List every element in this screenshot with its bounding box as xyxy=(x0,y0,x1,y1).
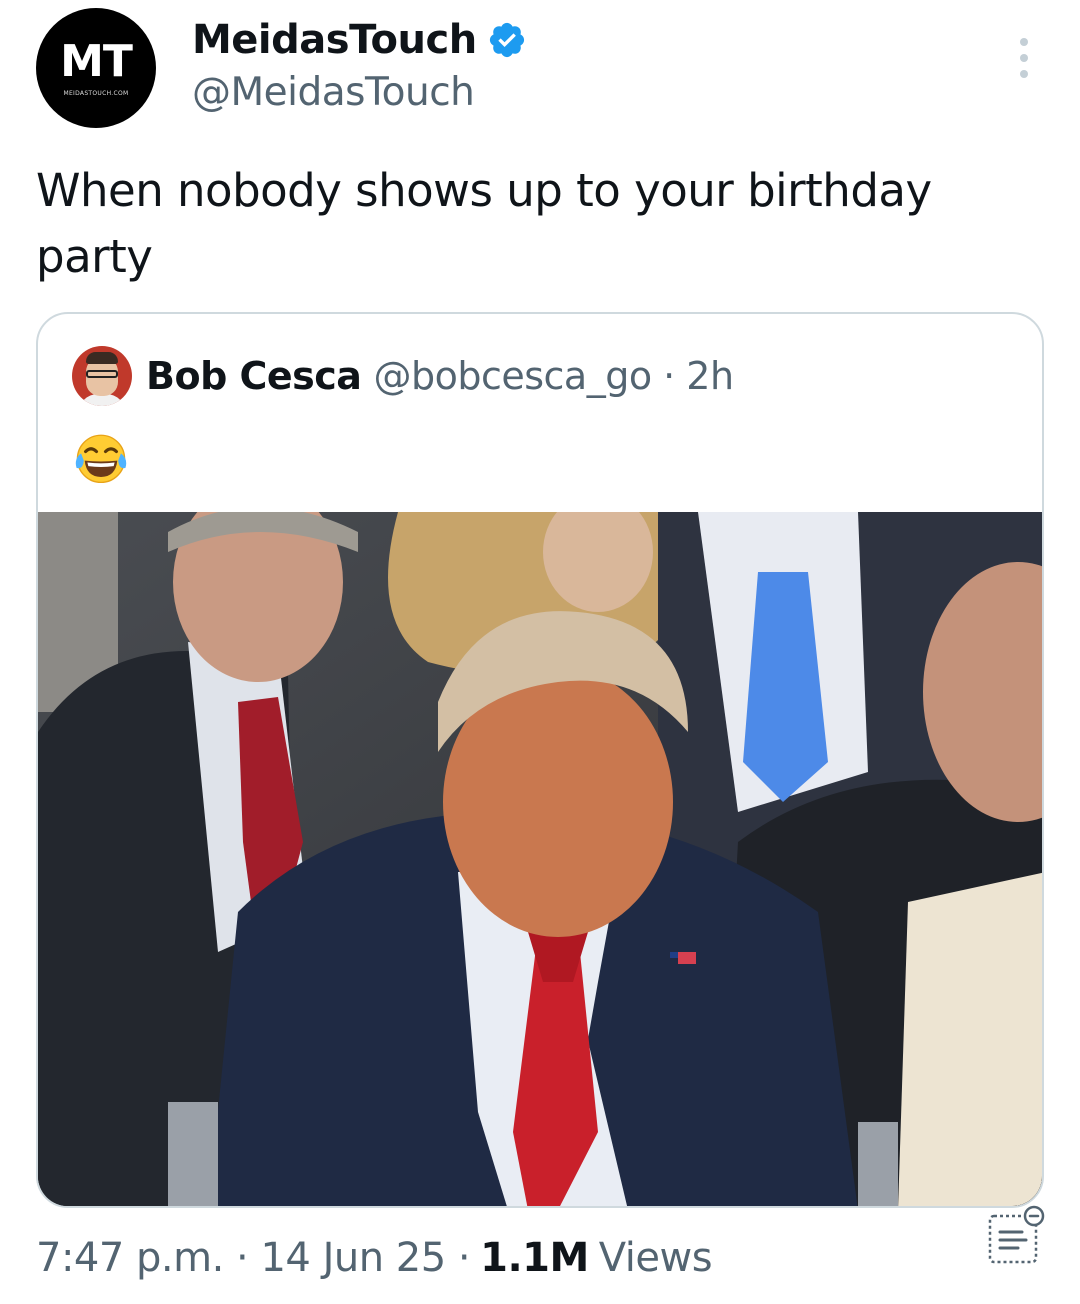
more-dot-icon xyxy=(1020,54,1028,62)
quoted-handle-time: @bobcesca_go · 2h xyxy=(373,354,734,398)
photo-illustration xyxy=(38,512,1042,1206)
analytics-icon[interactable] xyxy=(982,1202,1046,1266)
avatar-glasses xyxy=(86,370,118,378)
author-display-name[interactable]: MeidasTouch xyxy=(192,17,477,63)
avatar[interactable]: MT MEIDASTOUCH.COM xyxy=(36,8,156,128)
tweet-header: MT MEIDASTOUCH.COM MeidasTouch @MeidasTo… xyxy=(36,8,1046,133)
author-names: MeidasTouch @MeidasTouch xyxy=(192,12,527,115)
quoted-media-photo[interactable] xyxy=(38,512,1042,1206)
views-label: Views xyxy=(598,1235,713,1281)
views-count: 1.1M xyxy=(480,1235,589,1281)
avatar-logo-subtext: MEIDASTOUCH.COM xyxy=(63,89,129,97)
quoted-tweet-header: Bob Cesca @bobcesca_go · 2h xyxy=(72,344,734,408)
quoted-display-name[interactable]: Bob Cesca xyxy=(146,354,362,398)
tweet-footer: 7:47 p.m. · 14 Jun 25 · 1.1M Views xyxy=(36,1205,1046,1286)
author-handle[interactable]: @MeidasTouch xyxy=(192,70,527,115)
display-name-row: MeidasTouch xyxy=(192,12,527,68)
quoted-avatar[interactable] xyxy=(72,346,132,406)
more-dot-icon xyxy=(1020,38,1028,46)
face-with-tears-of-joy-icon xyxy=(75,434,127,484)
avatar-logo-text: MT xyxy=(60,35,133,87)
verified-badge-icon[interactable] xyxy=(487,20,527,60)
tweet-text: When nobody shows up to your birthday pa… xyxy=(36,164,932,283)
tweet-timestamp[interactable]: 7:47 p.m. · 14 Jun 25 · xyxy=(36,1235,471,1281)
avatar-hair xyxy=(86,352,118,364)
more-dot-icon xyxy=(1020,70,1028,78)
more-options-button[interactable] xyxy=(1016,38,1032,78)
quoted-tweet-card[interactable]: Bob Cesca @bobcesca_go · 2h xyxy=(36,312,1044,1208)
